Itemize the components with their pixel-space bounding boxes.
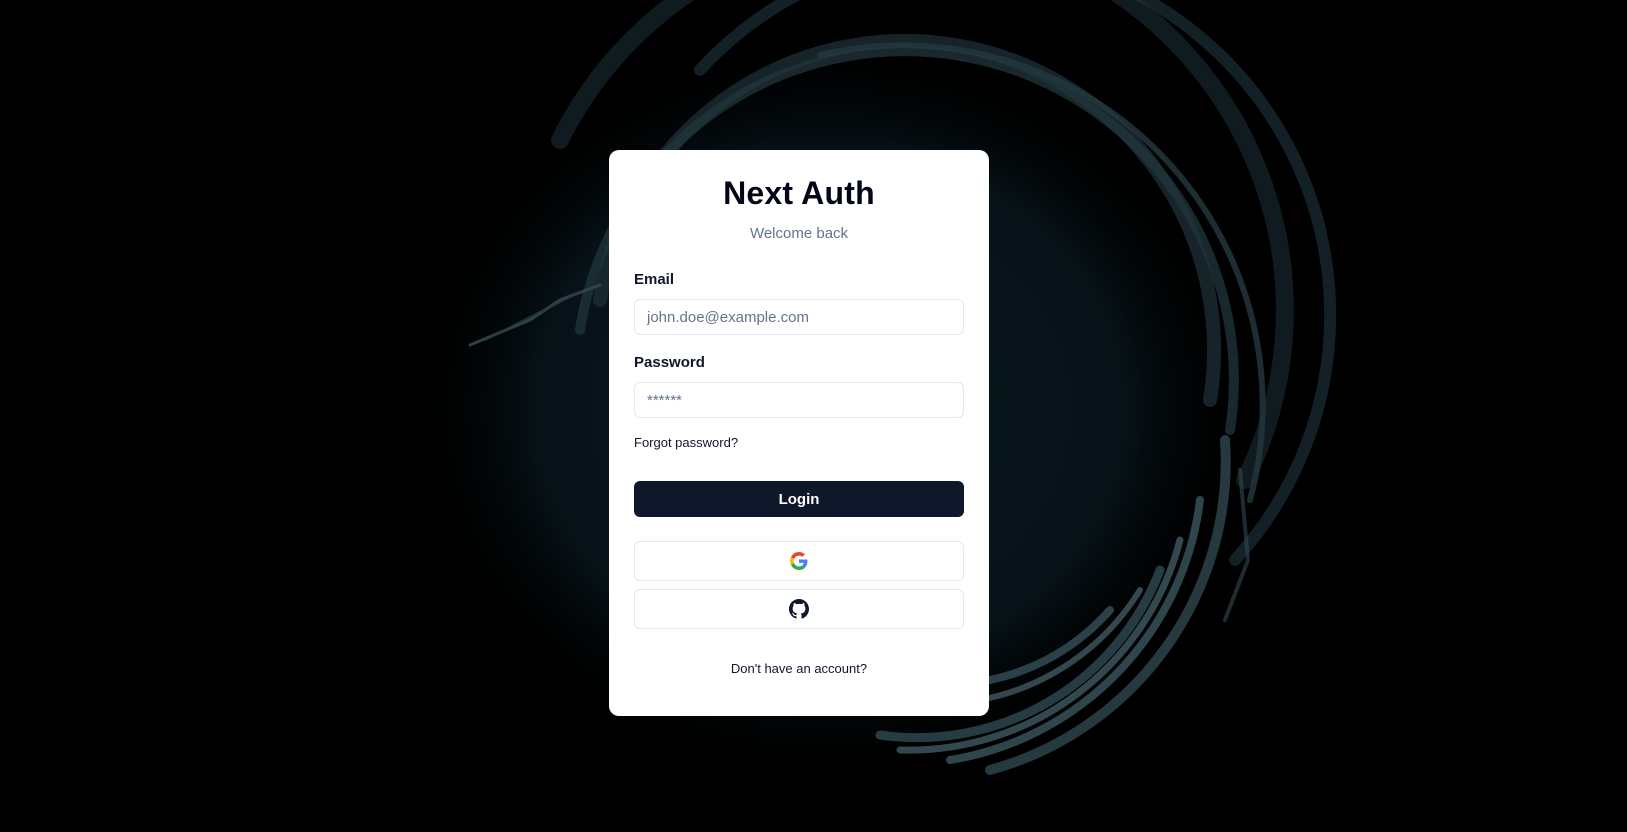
password-label: Password xyxy=(634,354,705,371)
github-login-button[interactable] xyxy=(634,589,964,629)
password-field[interactable] xyxy=(634,382,964,418)
github-icon xyxy=(789,599,809,619)
login-card: Next Auth Welcome back Email Password Fo… xyxy=(609,150,989,716)
forgot-password-link[interactable]: Forgot password? xyxy=(634,434,738,452)
email-field[interactable] xyxy=(634,299,964,335)
page-subtitle: Welcome back xyxy=(749,225,849,242)
google-login-button[interactable] xyxy=(634,541,964,581)
login-button[interactable]: Login xyxy=(634,481,964,517)
login-page: Next Auth Welcome back Email Password Fo… xyxy=(0,0,1627,832)
email-label: Email xyxy=(634,271,675,288)
google-icon xyxy=(790,552,808,570)
page-title: Next Auth xyxy=(723,175,875,211)
signup-link[interactable]: Don't have an account? xyxy=(634,660,964,678)
